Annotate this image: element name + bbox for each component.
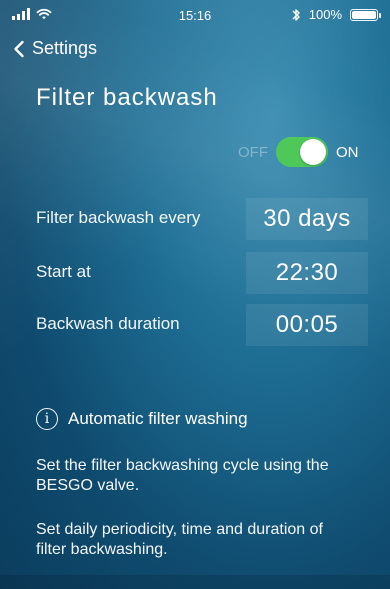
bluetooth-icon [292,8,300,21]
duration-value[interactable]: 00:05 [246,304,368,346]
duration-label: Backwash duration [36,314,180,333]
toggle-off-label[interactable]: OFF [238,144,268,161]
status-bar: 15:16 100% [0,0,390,30]
bottom-bar [0,575,390,589]
status-right: 100% [291,7,381,22]
info-heading-text: Automatic filter washing [68,409,248,428]
start-label: Start at [36,262,91,281]
back-button[interactable]: Settings [12,38,97,59]
setting-row-frequency: Filter backwash every 30 days [36,198,370,240]
page-title: Filter backwash [36,84,218,111]
info-section: i Automatic filter washing Set the filte… [36,408,370,558]
frequency-value[interactable]: 30 days [246,198,368,240]
backwash-toggle[interactable] [276,137,328,167]
info-text-1: Set the filter backwashing cycle using t… [36,457,329,494]
setting-row-duration: Backwash duration 00:05 [36,304,370,346]
info-text-2: Set daily periodicity, time and duration… [36,521,323,558]
toggle-knob [300,139,326,165]
frequency-label: Filter backwash every [36,208,201,227]
battery-percent: 100% [308,7,342,22]
battery-icon [350,8,381,21]
toggle-on-label[interactable]: ON [336,144,359,161]
backwash-toggle-group: OFF ON [238,137,359,167]
info-heading: i Automatic filter washing [36,408,370,430]
chevron-left-icon [14,40,24,57]
screen: 15:16 100% Settings Filter backwash OFF … [0,0,390,589]
setting-row-start: Start at 22:30 [36,252,370,294]
info-icon: i [36,408,58,430]
start-time-value[interactable]: 22:30 [246,252,368,294]
back-label: Settings [32,38,98,58]
